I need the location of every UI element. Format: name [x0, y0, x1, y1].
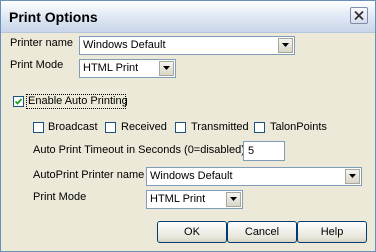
- help-button[interactable]: Help: [297, 221, 367, 243]
- autoprint-printer-name-label: AutoPrint Printer name: [33, 169, 145, 181]
- print-options-dialog: Print Options Printer name Windows Defau…: [0, 0, 376, 252]
- close-button[interactable]: [350, 7, 368, 24]
- dialog-title: Print Options: [9, 9, 98, 25]
- print-mode-select[interactable]: HTML Print: [79, 59, 176, 78]
- autoprint-print-mode-label: Print Mode: [33, 191, 87, 203]
- received-label[interactable]: Received: [121, 121, 167, 133]
- talonpoints-checkbox[interactable]: [254, 122, 265, 133]
- enable-auto-printing-label[interactable]: Enable Auto Printing: [28, 95, 128, 107]
- autoprint-print-mode-select[interactable]: HTML Print: [146, 190, 243, 209]
- talonpoints-label[interactable]: TalonPoints: [270, 121, 327, 133]
- cancel-button[interactable]: Cancel: [227, 221, 297, 243]
- timeout-label: Auto Print Timeout in Seconds (0=disable…: [33, 144, 245, 156]
- broadcast-label[interactable]: Broadcast: [48, 121, 98, 133]
- chevron-down-icon[interactable]: [278, 38, 293, 53]
- chevron-down-icon[interactable]: [159, 61, 174, 76]
- timeout-value: 5: [248, 145, 255, 157]
- printer-name-select[interactable]: Windows Default: [79, 36, 295, 55]
- transmitted-label[interactable]: Transmitted: [191, 121, 249, 133]
- transmitted-checkbox[interactable]: [175, 122, 186, 133]
- print-mode-label: Print Mode: [10, 59, 64, 71]
- enable-auto-printing-checkbox[interactable]: [13, 96, 24, 107]
- autoprint-print-mode-value: HTML Print: [150, 193, 206, 205]
- print-mode-value: HTML Print: [83, 62, 139, 74]
- ok-button[interactable]: OK: [157, 221, 227, 243]
- title-bar[interactable]: Print Options: [1, 1, 375, 33]
- timeout-input[interactable]: 5: [243, 141, 285, 161]
- chevron-down-icon[interactable]: [345, 169, 360, 184]
- broadcast-checkbox[interactable]: [33, 122, 44, 133]
- close-icon: [354, 11, 364, 20]
- received-checkbox[interactable]: [105, 122, 116, 133]
- printer-name-value: Windows Default: [83, 39, 166, 51]
- checkmark-icon: [14, 98, 23, 105]
- printer-name-label: Printer name: [10, 37, 73, 49]
- chevron-down-icon[interactable]: [226, 192, 241, 207]
- autoprint-printer-name-value: Windows Default: [150, 170, 233, 182]
- autoprint-printer-name-select[interactable]: Windows Default: [146, 167, 362, 186]
